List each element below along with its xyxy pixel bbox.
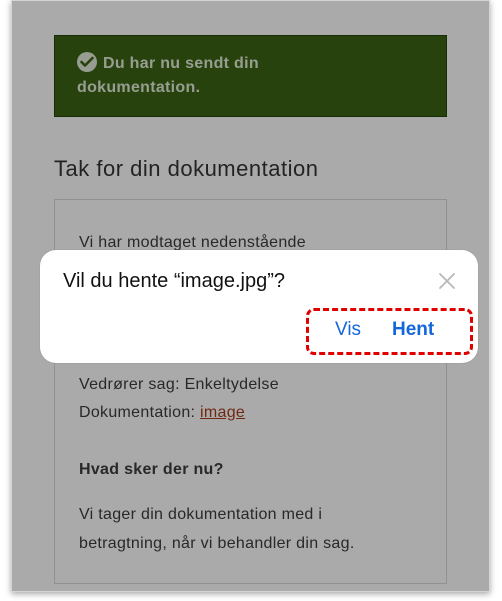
dialog-question: Vil du hente “image.jpg”?	[63, 270, 285, 292]
annotation-highlight-box	[306, 308, 473, 355]
close-icon[interactable]	[438, 272, 456, 290]
